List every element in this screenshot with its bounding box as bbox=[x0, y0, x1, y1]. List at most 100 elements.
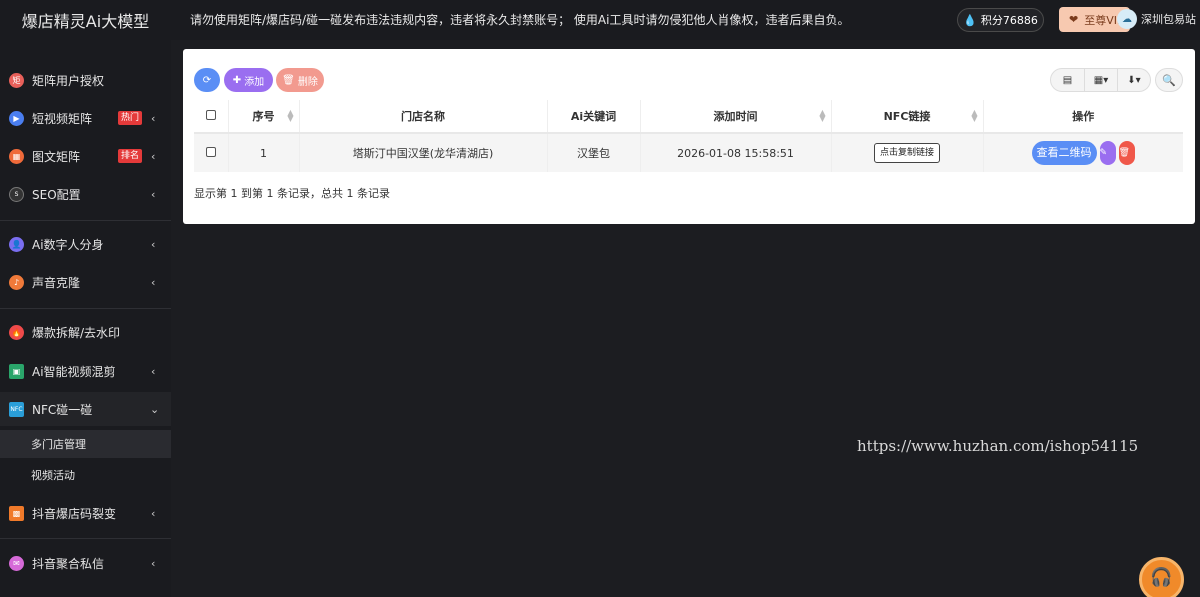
sidebar-item-label: 爆款拆解/去水印 bbox=[32, 325, 121, 340]
sidebar-subitem-video-activity[interactable]: 视频活动 bbox=[0, 461, 171, 489]
sidebar-item-label: SEO配置 bbox=[32, 187, 81, 202]
sidebar-item-label: 短视频矩阵 bbox=[32, 111, 93, 126]
sidebar-item-video-matrix[interactable]: ▶ 短视频矩阵 热门 ‹ bbox=[0, 101, 171, 135]
sidebar-item-hot-breakdown[interactable]: 🔥 爆款拆解/去水印 bbox=[0, 315, 171, 349]
notice-text: 请勿使用矩阵/爆店码/碰一碰发布违法违规内容，违者将永久封禁账号； 使用Ai工具… bbox=[190, 13, 850, 27]
search-button[interactable]: 🔍 bbox=[1155, 68, 1183, 92]
nfc-icon: NFC bbox=[9, 401, 24, 417]
header-store: 门店名称 bbox=[299, 100, 548, 134]
sidebar-item-image-text[interactable]: ▦ 图文矩阵 排名 ‹ bbox=[0, 139, 171, 173]
cell-store: 塔斯汀中国汉堡(龙华清湖店) bbox=[299, 133, 548, 172]
brand-title[interactable]: 爆店精灵Ai大模型 bbox=[0, 0, 171, 40]
export-button[interactable]: ⬇▾ bbox=[1117, 69, 1150, 91]
table-header-row: 序号 ▲ ▼ 门店名称 Ai关键词 添加时间 ▲ ▼ NFC链接 ▲ ▼ 操作 bbox=[194, 100, 1183, 134]
row-select-cell bbox=[194, 133, 229, 172]
customer-support-button[interactable]: 🎧 bbox=[1139, 557, 1184, 597]
sidebar-divider bbox=[0, 220, 171, 221]
header-label: 门店名称 bbox=[401, 110, 445, 123]
sidebar-item-authorize[interactable]: 矩 矩阵用户授权 bbox=[0, 63, 171, 97]
avatar[interactable]: ☁ bbox=[1117, 9, 1137, 29]
trash-icon: 🗑 bbox=[1118, 148, 1130, 158]
header-keyword: Ai关键词 bbox=[547, 100, 641, 134]
sidebar-item-label: Ai数字人分身 bbox=[32, 237, 104, 252]
hot-icon: 🔥 bbox=[9, 324, 24, 340]
delete-button-label: 删除 bbox=[297, 76, 318, 88]
sidebar-item-voice-clone[interactable]: ♪ 声音克隆 ‹ bbox=[0, 265, 171, 299]
cell-nfc: 点击复制链接 bbox=[831, 133, 984, 172]
columns-button[interactable]: ▦▾ bbox=[1084, 69, 1117, 91]
voice-clone-icon: ♪ bbox=[9, 274, 24, 290]
chevron-down-icon: ⌄ bbox=[150, 403, 160, 416]
toggle-view-button[interactable]: ▤ bbox=[1051, 69, 1084, 91]
add-button[interactable]: ✚ 添加 bbox=[224, 68, 273, 92]
rank-badge: 排名 bbox=[118, 149, 143, 163]
header-time[interactable]: 添加时间 ▲ ▼ bbox=[640, 100, 832, 134]
cell-keyword: 汉堡包 bbox=[547, 133, 641, 172]
sidebar-subitem-store-management[interactable]: 多门店管理 bbox=[0, 430, 171, 458]
cell-action: 查看二维码 ✎ 🗑 bbox=[983, 133, 1183, 172]
sidebar-item-label: 抖音聚合私信 bbox=[32, 556, 105, 571]
sidebar-item-video-edit[interactable]: ▣ Ai智能视频混剪 ‹ bbox=[0, 354, 171, 388]
refresh-icon: ⟳ bbox=[202, 74, 212, 86]
drop-icon: 💧 bbox=[963, 13, 977, 27]
sidebar-item-qrcode-fission[interactable]: ▩ 抖音爆店码裂变 ‹ bbox=[0, 496, 171, 530]
points-badge[interactable]: 💧 积分76886 bbox=[957, 8, 1044, 32]
heart-icon: ❤ bbox=[1069, 13, 1079, 26]
row-checkbox[interactable] bbox=[205, 146, 216, 157]
header-label: NFC链接 bbox=[883, 110, 931, 123]
sort-icon: ▲ ▼ bbox=[819, 108, 826, 123]
search-icon: 🔍 bbox=[1162, 73, 1176, 87]
chevron-left-icon: ‹ bbox=[151, 276, 156, 289]
video-edit-icon: ▣ bbox=[9, 363, 24, 379]
sidebar-item-label: 矩阵用户授权 bbox=[32, 73, 105, 88]
digital-human-icon: 👤 bbox=[9, 236, 24, 252]
header-nfc[interactable]: NFC链接 ▲ ▼ bbox=[831, 100, 984, 134]
cell-index: 1 bbox=[228, 133, 300, 172]
sidebar-item-label: 声音克隆 bbox=[32, 275, 81, 290]
chevron-left-icon: ‹ bbox=[151, 150, 156, 163]
header-label: 操作 bbox=[1072, 110, 1095, 123]
top-bar: 爆店精灵Ai大模型 请勿使用矩阵/爆店码/碰一碰发布违法违规内容，违者将永久封禁… bbox=[0, 0, 1200, 40]
header-label: 序号 bbox=[252, 110, 275, 123]
cell-time: 2026-01-08 15:58:51 bbox=[640, 133, 832, 172]
table-tools-group: ▤ ▦▾ ⬇▾ bbox=[1050, 68, 1151, 92]
refresh-button[interactable]: ⟳ bbox=[194, 68, 220, 92]
pagination-summary: 显示第 1 到第 1 条记录，总共 1 条记录 bbox=[194, 187, 390, 200]
sort-icon: ▲ ▼ bbox=[287, 108, 294, 123]
headset-icon: 🎧 bbox=[1150, 567, 1173, 588]
delete-button[interactable]: 🗑 删除 bbox=[276, 68, 324, 92]
user-city[interactable]: 深圳包易站 bbox=[1141, 11, 1196, 27]
header-action: 操作 bbox=[983, 100, 1183, 134]
seo-icon: S bbox=[9, 186, 24, 202]
copy-link-button[interactable]: 点击复制链接 bbox=[873, 143, 940, 163]
trash-icon: 🗑 bbox=[282, 74, 295, 86]
chevron-left-icon: ‹ bbox=[151, 238, 156, 251]
header-label: Ai关键词 bbox=[570, 110, 617, 123]
sidebar-item-label: 图文矩阵 bbox=[32, 149, 81, 164]
edit-button[interactable]: ✎ bbox=[1099, 141, 1116, 165]
sidebar-item-label: NFC碰一碰 bbox=[32, 402, 93, 417]
chevron-left-icon: ‹ bbox=[151, 112, 156, 125]
sidebar-item-label: 抖音爆店码裂变 bbox=[32, 506, 117, 521]
chevron-left-icon: ‹ bbox=[151, 507, 156, 520]
select-all-checkbox[interactable] bbox=[205, 109, 216, 120]
header-label: 添加时间 bbox=[713, 110, 758, 123]
sort-icon: ▲ ▼ bbox=[971, 108, 978, 123]
sidebar: 矩 矩阵用户授权 ▶ 短视频矩阵 热门 ‹ ▦ 图文矩阵 排名 ‹ S SEO配… bbox=[0, 40, 171, 597]
sidebar-item-nfc[interactable]: NFC NFC碰一碰 ⌄ bbox=[0, 392, 171, 426]
watermark-text: https://www.huzhan.com/ishop54115 bbox=[857, 437, 1139, 455]
table-row: 1 塔斯汀中国汉堡(龙华清湖店) 汉堡包 2026-01-08 15:58:51… bbox=[194, 133, 1183, 172]
delete-row-button[interactable]: 🗑 bbox=[1118, 141, 1135, 165]
video-matrix-icon: ▶ bbox=[9, 110, 24, 126]
sidebar-item-digital-human[interactable]: 👤 Ai数字人分身 ‹ bbox=[0, 227, 171, 261]
sidebar-item-messages[interactable]: ✉ 抖音聚合私信 ‹ bbox=[0, 546, 171, 580]
pencil-icon: ✎ bbox=[1099, 148, 1108, 158]
store-table-panel: ⟳ ✚ 添加 🗑 删除 ▤ ▦▾ ⬇▾ 🔍 序号 ▲ ▼ 门店名称 Ai关键词 添加… bbox=[183, 49, 1195, 224]
authorize-icon: 矩 bbox=[9, 72, 24, 88]
add-button-label: 添加 bbox=[244, 76, 265, 88]
sidebar-item-label: Ai智能视频混剪 bbox=[32, 364, 116, 379]
header-index[interactable]: 序号 ▲ ▼ bbox=[228, 100, 300, 134]
points-label: 积分76886 bbox=[980, 14, 1038, 27]
sidebar-item-seo[interactable]: S SEO配置 ‹ bbox=[0, 177, 171, 211]
view-qrcode-button[interactable]: 查看二维码 bbox=[1031, 141, 1097, 165]
